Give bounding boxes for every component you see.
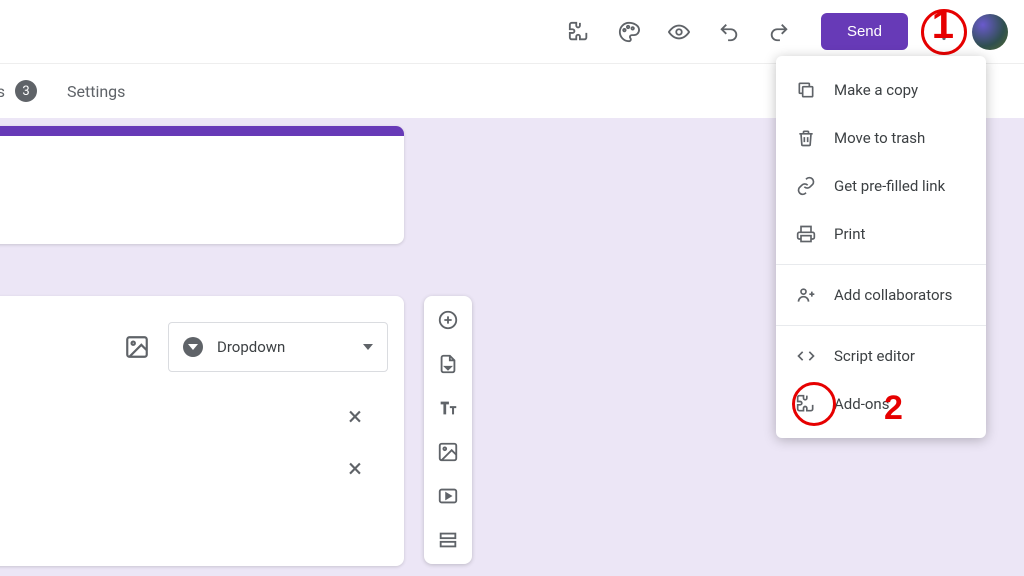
menu-add-collaborators[interactable]: Add collaborators (776, 271, 986, 319)
theme-icon[interactable] (607, 10, 651, 54)
import-questions-icon[interactable] (434, 350, 462, 378)
tab-settings[interactable]: Settings (67, 82, 125, 101)
addons-icon[interactable] (557, 10, 601, 54)
menu-separator-1 (776, 264, 986, 265)
menu-prefilled-link[interactable]: Get pre-filled link (776, 162, 986, 210)
form-header-card[interactable] (0, 126, 404, 244)
menu-print-label: Print (834, 225, 865, 243)
menu-separator-2 (776, 325, 986, 326)
floating-toolbar (424, 296, 472, 564)
tab-responses[interactable]: ses 3 (0, 80, 37, 102)
top-toolbar: Send (0, 0, 1024, 64)
dropdown-type-icon (183, 337, 203, 357)
menu-script-editor[interactable]: Script editor (776, 332, 986, 380)
responses-count-badge: 3 (15, 80, 37, 102)
send-button[interactable]: Send (821, 13, 908, 50)
more-icon[interactable] (922, 10, 966, 54)
image-icon[interactable] (124, 334, 150, 360)
undo-icon[interactable] (707, 10, 751, 54)
menu-make-copy[interactable]: Make a copy (776, 66, 986, 114)
menu-prefilled-label: Get pre-filled link (834, 177, 945, 195)
chevron-down-icon (363, 344, 373, 350)
menu-print[interactable]: Print (776, 210, 986, 258)
add-image-icon[interactable] (434, 438, 462, 466)
tab-responses-label: ses (0, 82, 5, 101)
menu-move-trash-label: Move to trash (834, 129, 925, 147)
question-type-dropdown[interactable]: Dropdown (168, 322, 388, 372)
menu-addons-label: Add-ons (834, 395, 889, 413)
more-menu-wrapper (922, 10, 966, 54)
menu-make-copy-label: Make a copy (834, 81, 918, 99)
remove-option-2[interactable]: × (348, 454, 362, 484)
question-controls: Dropdown (124, 322, 388, 372)
question-type-label: Dropdown (217, 338, 285, 356)
avatar[interactable] (972, 14, 1008, 50)
menu-collab-label: Add collaborators (834, 286, 952, 304)
question-card[interactable]: Dropdown × × (0, 296, 404, 566)
add-video-icon[interactable] (434, 482, 462, 510)
redo-icon[interactable] (757, 10, 801, 54)
menu-addons[interactable]: Add-ons 2 (776, 380, 986, 428)
tab-settings-label: Settings (67, 82, 125, 101)
more-menu: Make a copy Move to trash Get pre-filled… (776, 56, 986, 438)
remove-option-1[interactable]: × (348, 402, 362, 432)
add-question-icon[interactable] (434, 306, 462, 334)
menu-move-trash[interactable]: Move to trash (776, 114, 986, 162)
preview-icon[interactable] (657, 10, 701, 54)
menu-script-label: Script editor (834, 347, 915, 365)
add-title-icon[interactable] (434, 394, 462, 422)
add-section-icon[interactable] (434, 526, 462, 554)
